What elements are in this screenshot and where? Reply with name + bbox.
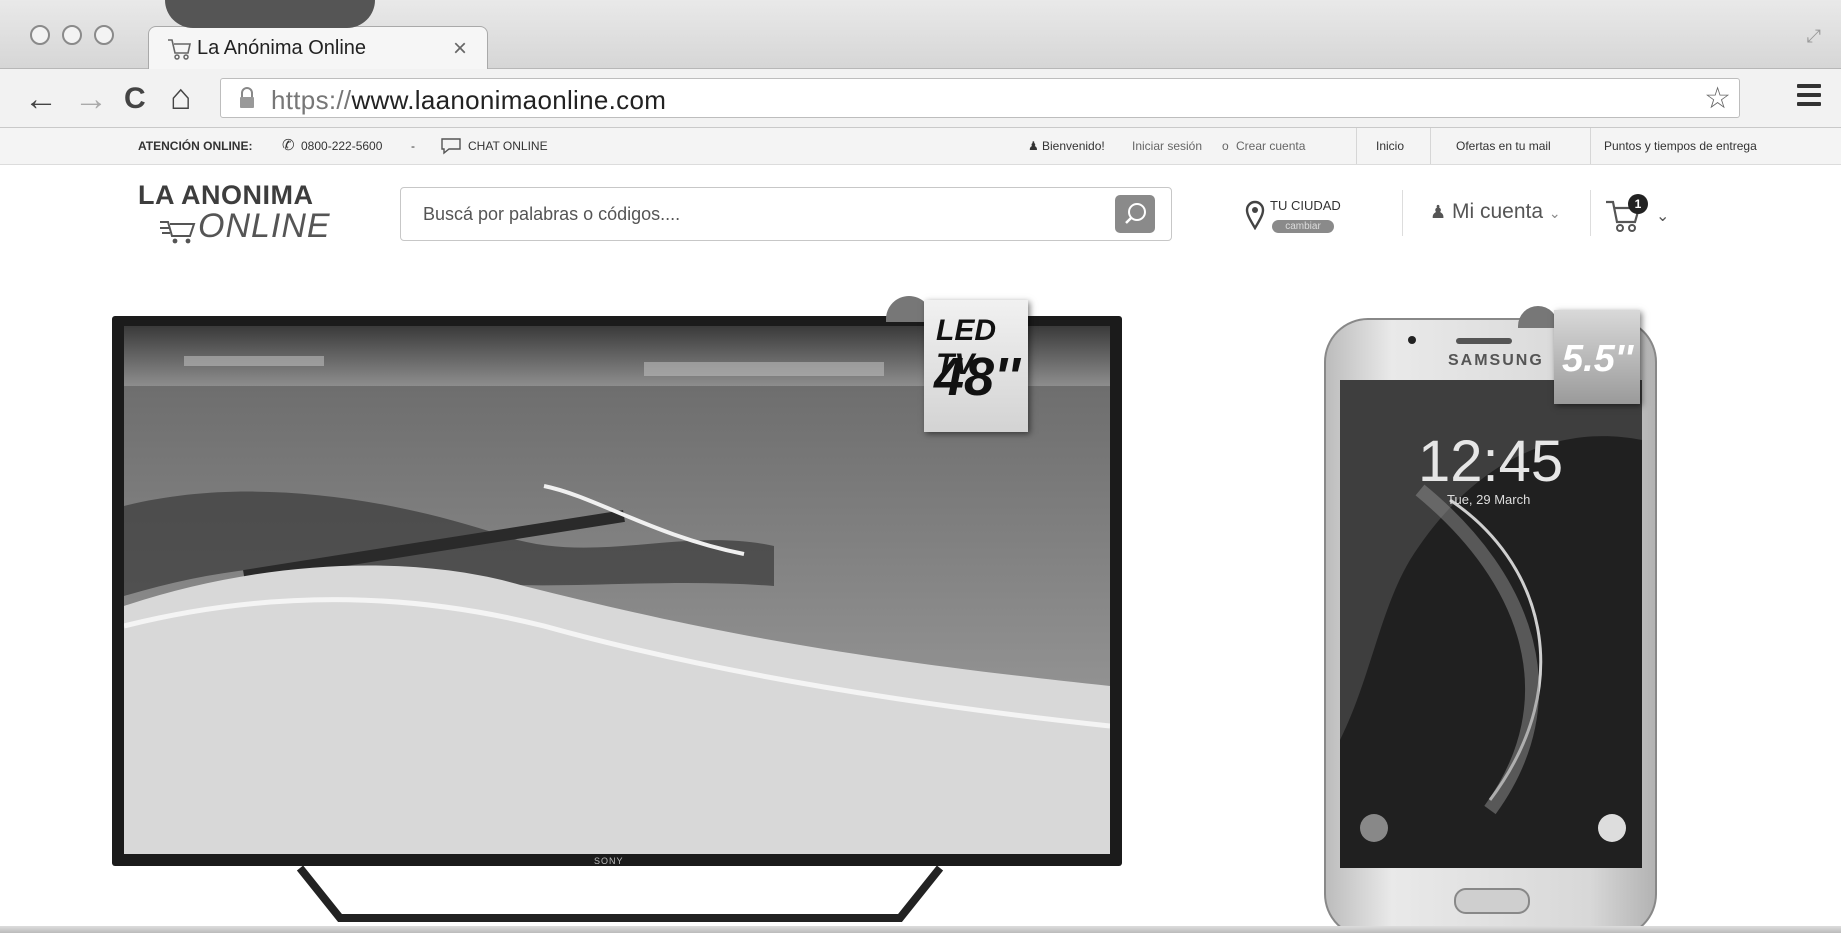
phone-date: Tue, 29 March bbox=[1447, 492, 1531, 507]
phone-tag-text: 5.5'' bbox=[1562, 338, 1633, 380]
forward-button[interactable]: → bbox=[74, 80, 108, 118]
phone-size-tag: 5.5'' bbox=[1554, 310, 1640, 404]
phone-number[interactable]: 0800-222-5600 bbox=[301, 139, 382, 153]
tv-stand bbox=[296, 866, 944, 922]
user-icon: ♟ bbox=[1430, 202, 1447, 222]
location-pin-icon bbox=[1245, 200, 1265, 230]
bookmark-star-icon[interactable]: ☆ bbox=[1704, 81, 1731, 116]
close-window-button[interactable] bbox=[30, 25, 50, 45]
login-link[interactable]: Iniciar sesión bbox=[1132, 139, 1202, 153]
nav-link-inicio[interactable]: Inicio bbox=[1376, 139, 1404, 153]
cart-icon bbox=[168, 39, 191, 60]
or-text: o bbox=[1222, 139, 1229, 153]
back-button[interactable]: ← bbox=[24, 80, 58, 118]
dash-separator: - bbox=[411, 139, 415, 153]
phone-brand-label: SAMSUNG bbox=[1448, 352, 1544, 369]
chevron-down-icon[interactable]: ⌄ bbox=[1656, 206, 1669, 226]
phone-icon: ✆ bbox=[282, 137, 295, 154]
address-bar[interactable]: https://www.laanonimaonline.com ☆ bbox=[220, 78, 1740, 118]
bottom-shadow bbox=[0, 926, 1841, 933]
home-button[interactable]: ⌂ bbox=[170, 78, 192, 116]
attention-label: ATENCIÓN ONLINE: bbox=[138, 139, 253, 153]
welcome-text: Bienvenido! bbox=[1042, 139, 1105, 153]
fullscreen-icon[interactable]: ⤢ bbox=[1807, 26, 1821, 47]
cart-count-badge: 1 bbox=[1628, 194, 1648, 214]
account-label: Mi cuenta bbox=[1451, 200, 1544, 223]
phone-speaker bbox=[1456, 338, 1512, 344]
lock-icon bbox=[240, 87, 254, 108]
chat-icon bbox=[441, 138, 461, 155]
search-box[interactable]: Buscá por palabras o códigos.... bbox=[400, 187, 1172, 241]
phone-camera bbox=[1408, 336, 1416, 344]
nav-link-ofertas[interactable]: Ofertas en tu mail bbox=[1456, 139, 1551, 153]
tv-size-tag: LED TV 48'' bbox=[924, 300, 1028, 432]
chat-online-link[interactable]: CHAT ONLINE bbox=[468, 139, 548, 153]
tv-tag-line2: 48'' bbox=[934, 347, 1020, 407]
divider bbox=[1590, 128, 1591, 164]
tab-title: La Anónima Online bbox=[197, 37, 367, 59]
ribbon-fold bbox=[1518, 306, 1558, 328]
site-top-strip: ATENCIÓN ONLINE: ✆ 0800-222-5600 - CHAT … bbox=[0, 128, 1841, 165]
phone-clock: 12:45 bbox=[1418, 429, 1564, 494]
chevron-down-icon: ⌄ bbox=[1548, 205, 1561, 221]
divider bbox=[1590, 190, 1591, 236]
city-label[interactable]: TU CIUDAD bbox=[1270, 198, 1341, 213]
my-account-menu[interactable]: ♟ Mi cuenta ⌄ bbox=[1430, 200, 1561, 224]
search-input[interactable]: Buscá por palabras o códigos.... bbox=[423, 204, 680, 225]
tab-close-button[interactable]: × bbox=[453, 35, 467, 63]
url-text: https://www.laanonimaonline.com bbox=[271, 85, 667, 115]
nav-link-puntos[interactable]: Puntos y tiempos de entrega bbox=[1604, 139, 1757, 153]
browser-window: La Anónima Online × ⤢ ← → C ⌂ https://ww… bbox=[0, 0, 1841, 933]
city-change-button[interactable]: cambiar bbox=[1272, 220, 1334, 233]
browser-menu-icon[interactable] bbox=[1797, 84, 1821, 110]
user-icon: ♟ bbox=[1028, 139, 1039, 153]
decorative-pointer bbox=[165, 0, 375, 28]
divider bbox=[1430, 128, 1431, 164]
maximize-window-button[interactable] bbox=[94, 25, 114, 45]
logo-line2[interactable]: ONLINE bbox=[198, 207, 331, 246]
search-icon bbox=[1125, 203, 1146, 224]
phone-home-button bbox=[1454, 888, 1530, 914]
divider bbox=[1356, 128, 1357, 164]
reload-button[interactable]: C bbox=[124, 80, 146, 118]
tab-la-anonima[interactable]: La Anónima Online × bbox=[148, 26, 488, 70]
divider bbox=[1402, 190, 1403, 236]
logo-cart-icon bbox=[160, 221, 196, 244]
tv-brand-label: SONY bbox=[594, 856, 624, 866]
search-button[interactable] bbox=[1115, 195, 1155, 233]
minimize-window-button[interactable] bbox=[62, 25, 82, 45]
register-link[interactable]: Crear cuenta bbox=[1236, 139, 1305, 153]
